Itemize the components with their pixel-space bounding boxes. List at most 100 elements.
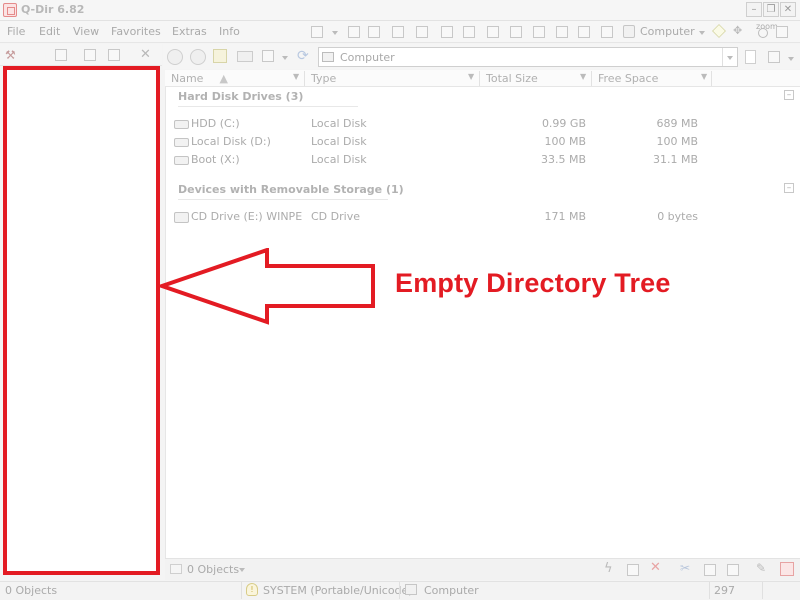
view-10-icon[interactable] [556, 26, 568, 38]
status-objects: 0 Objects [5, 584, 58, 597]
menu-edit[interactable]: Edit [39, 25, 60, 38]
up-folder-icon[interactable] [213, 49, 227, 63]
status-separator [709, 582, 710, 599]
move-to-icon[interactable] [627, 564, 639, 576]
folder-icon[interactable] [237, 51, 253, 62]
delete-icon[interactable]: ✕ [650, 560, 661, 575]
list-item[interactable]: Boot (X:) [191, 153, 240, 166]
column-type-dropdown-icon[interactable]: ▼ [468, 72, 474, 81]
column-type[interactable]: Type [305, 71, 480, 86]
restore-button[interactable]: ❐ [763, 2, 779, 17]
tree-tool-icon[interactable]: ⚒ [5, 49, 19, 61]
address-input[interactable]: Computer [340, 51, 395, 64]
item-free-space: 689 MB [656, 117, 698, 130]
computer-dropdown-icon[interactable] [699, 31, 705, 35]
group-title: Devices with Removable Storage (1) [178, 183, 404, 196]
status-system: SYSTEM (Portable/Unicode) [263, 584, 413, 597]
item-type: CD Drive [311, 210, 360, 223]
list-item[interactable]: HDD (C:) [191, 117, 240, 130]
view-9-icon[interactable] [533, 26, 545, 38]
list-item[interactable]: CD Drive (E:) WINPE [191, 210, 302, 223]
menu-file[interactable]: File [7, 25, 25, 38]
title-bar [0, 0, 800, 21]
move-icon[interactable]: ✥ [733, 25, 743, 36]
item-free-space: 0 bytes [657, 210, 698, 223]
tree-view-icon[interactable] [55, 49, 67, 61]
status-separator [399, 582, 400, 599]
preview-icon[interactable] [768, 51, 780, 63]
view-7-icon[interactable] [487, 26, 499, 38]
close-button[interactable]: ✕ [780, 2, 796, 17]
view-1-icon[interactable] [348, 26, 360, 38]
new-file-icon[interactable] [745, 50, 756, 64]
properties-icon[interactable]: ✎ [756, 561, 766, 575]
group-title: Hard Disk Drives (3) [178, 90, 304, 103]
menu-favorites[interactable]: Favorites [111, 25, 161, 38]
view-12-icon[interactable] [601, 26, 613, 38]
view-4-icon[interactable] [416, 26, 428, 38]
status-separator [241, 582, 242, 599]
address-dropdown-icon[interactable] [727, 56, 733, 60]
tree-close-icon[interactable]: ✕ [140, 47, 151, 62]
view-6-icon[interactable] [463, 26, 475, 38]
status-computer-icon [405, 584, 417, 595]
drive-icon [174, 156, 189, 165]
menu-info[interactable]: Info [219, 25, 240, 38]
item-total-size: 171 MB [544, 210, 586, 223]
group-collapse-icon[interactable]: – [784, 90, 794, 100]
item-total-size: 100 MB [544, 135, 586, 148]
column-free-dropdown-icon[interactable]: ▼ [701, 72, 707, 81]
copy-icon[interactable] [704, 564, 716, 576]
status-location: Computer [424, 584, 479, 597]
layout-dropdown-icon[interactable] [332, 31, 338, 35]
lightning-icon[interactable]: ϟ [604, 561, 613, 576]
directory-tree[interactable] [3, 66, 160, 575]
item-type: Local Disk [311, 153, 367, 166]
item-total-size: 33.5 MB [540, 153, 586, 166]
group-collapse-icon[interactable]: – [784, 183, 794, 193]
cut-icon[interactable]: ✂ [680, 561, 690, 575]
column-total-size[interactable]: Total Size [480, 71, 592, 86]
annotation-label: Empty Directory Tree [395, 268, 671, 298]
back-icon[interactable] [167, 49, 183, 65]
computer-icon [623, 25, 635, 38]
computer-button[interactable]: Computer [640, 25, 695, 38]
column-name-dropdown-icon[interactable]: ▼ [293, 72, 299, 81]
view-5-icon[interactable] [441, 26, 453, 38]
column-total-dropdown-icon[interactable]: ▼ [580, 72, 586, 81]
tree-refresh-icon[interactable] [84, 49, 96, 61]
menu-extras[interactable]: Extras [172, 25, 207, 38]
list-status-dropdown-icon[interactable] [239, 568, 245, 572]
view-8-icon[interactable] [510, 26, 522, 38]
annotation-arrow-icon [158, 248, 375, 325]
minimize-button[interactable]: – [746, 2, 762, 17]
cd-drive-icon [174, 212, 189, 223]
status-count: 297 [714, 584, 735, 597]
column-free-space[interactable]: Free Space [592, 71, 712, 86]
view-mode-dropdown-icon[interactable] [282, 56, 288, 60]
view-2-icon[interactable] [368, 26, 380, 38]
window-title: Q-Dir 6.82 [21, 3, 85, 16]
view-3-icon[interactable] [392, 26, 404, 38]
group-divider [178, 106, 358, 107]
view-11-icon[interactable] [578, 26, 590, 38]
settings-icon[interactable] [776, 26, 788, 38]
drive-icon [174, 120, 189, 129]
app-icon [3, 3, 17, 17]
refresh-icon[interactable]: ⟳ [297, 48, 309, 64]
close-view-icon[interactable] [780, 562, 794, 576]
item-type: Local Disk [311, 117, 367, 130]
zoom-icon[interactable] [758, 28, 768, 38]
drive-icon [174, 138, 189, 147]
layout-icon[interactable] [311, 26, 323, 38]
column-name[interactable]: Name ▲ [165, 71, 305, 86]
forward-icon[interactable] [190, 49, 206, 65]
tree-search-icon[interactable] [108, 49, 120, 61]
paste-icon[interactable] [727, 564, 739, 576]
menu-view[interactable]: View [73, 25, 99, 38]
list-object-count: 0 Objects [187, 563, 240, 576]
preview-dropdown-icon[interactable] [788, 57, 794, 61]
view-mode-icon[interactable] [262, 50, 274, 62]
objects-icon [170, 564, 182, 574]
list-item[interactable]: Local Disk (D:) [191, 135, 271, 148]
